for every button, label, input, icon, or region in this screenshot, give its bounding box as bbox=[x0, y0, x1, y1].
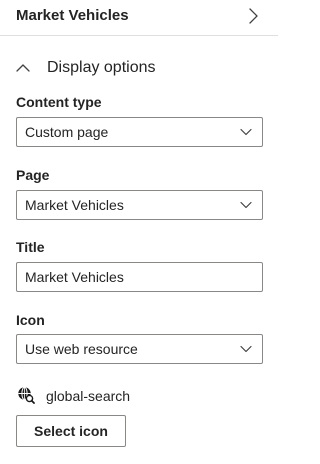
content-type-value: Custom page bbox=[25, 124, 109, 140]
global-search-icon bbox=[18, 386, 35, 404]
title-label: Title bbox=[16, 239, 45, 255]
title-field bbox=[16, 262, 263, 292]
title-input[interactable] bbox=[17, 263, 262, 291]
chevron-down-icon bbox=[240, 345, 252, 353]
page-label: Page bbox=[16, 167, 50, 183]
icon-dropdown[interactable]: Use web resource bbox=[16, 334, 263, 364]
chevron-down-icon bbox=[240, 201, 252, 209]
page-value: Market Vehicles bbox=[25, 197, 124, 213]
icon-value: Use web resource bbox=[25, 341, 138, 357]
display-options-toggle[interactable]: Display options bbox=[10, 56, 210, 82]
panel-title: Market Vehicles bbox=[16, 7, 129, 24]
chevron-up-icon bbox=[16, 64, 30, 72]
web-resource-name: global-search bbox=[46, 388, 131, 404]
content-type-label: Content type bbox=[16, 94, 102, 110]
icon-label: Icon bbox=[16, 312, 45, 328]
panel-header: Market Vehicles bbox=[0, 0, 278, 36]
content-type-dropdown[interactable]: Custom page bbox=[16, 117, 263, 147]
chevron-down-icon bbox=[240, 128, 252, 136]
chevron-right-icon[interactable] bbox=[245, 6, 261, 26]
select-icon-button[interactable]: Select icon bbox=[16, 415, 126, 447]
section-title: Display options bbox=[47, 59, 156, 76]
page-dropdown[interactable]: Market Vehicles bbox=[16, 190, 263, 220]
